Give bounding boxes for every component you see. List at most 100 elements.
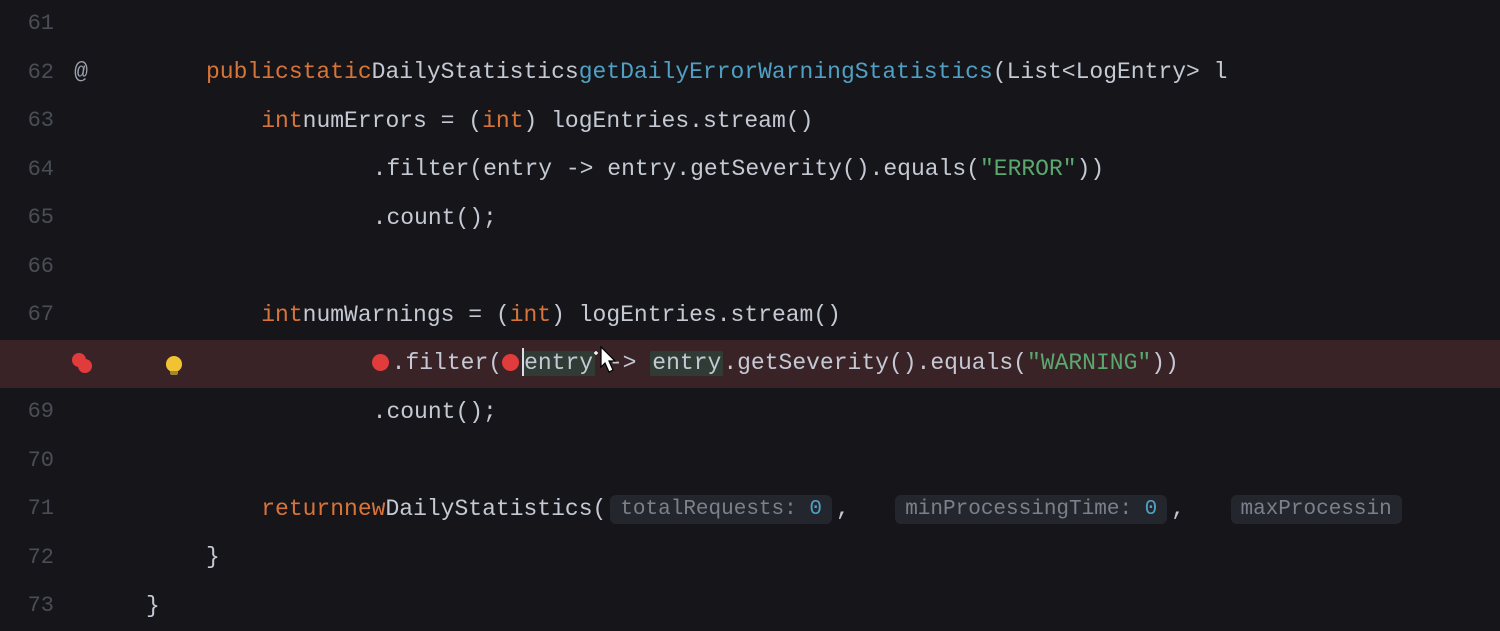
code-line[interactable]: 72 } bbox=[0, 534, 1500, 583]
brace-close: } bbox=[206, 545, 220, 570]
line-number: 62 bbox=[0, 61, 66, 85]
code-line-current[interactable]: .filter(entry -> entry.getSeverity().equ… bbox=[0, 340, 1500, 389]
line-number: 67 bbox=[0, 303, 66, 327]
inline-breakpoint-icon[interactable] bbox=[502, 354, 519, 371]
code-line[interactable]: 63 int numErrors = (int) logEntries.stre… bbox=[0, 97, 1500, 146]
code-line[interactable]: 70 bbox=[0, 437, 1500, 486]
code-content[interactable]: .filter(entry -> entry.getSeverity().equ… bbox=[206, 157, 1500, 182]
filter-open: .filter( bbox=[373, 157, 483, 182]
lightbulb-icon[interactable] bbox=[166, 356, 182, 372]
close-parens: )) bbox=[1151, 351, 1179, 376]
breakpoint-group-icon[interactable] bbox=[70, 353, 92, 375]
stream-call: logEntries.stream() bbox=[551, 109, 813, 134]
keyword-int: int bbox=[261, 109, 302, 134]
code-content[interactable]: int numWarnings = (int) logEntries.strea… bbox=[206, 303, 1500, 328]
cast-int: int bbox=[510, 303, 551, 328]
string-error: "ERROR" bbox=[980, 157, 1077, 182]
ctor-name: DailyStatistics( bbox=[385, 497, 606, 522]
code-line[interactable]: 67 int numWarnings = (int) logEntries.st… bbox=[0, 291, 1500, 340]
arrow: -> bbox=[552, 157, 607, 182]
keyword-return: return bbox=[261, 497, 344, 522]
indent bbox=[262, 157, 372, 182]
count-call: .count(); bbox=[373, 400, 497, 425]
string-warning: "WARNING" bbox=[1027, 351, 1151, 376]
code-content[interactable]: int numErrors = (int) logEntries.stream(… bbox=[206, 109, 1500, 134]
lambda-entry2: entry bbox=[650, 351, 723, 376]
code-content[interactable]: } bbox=[206, 545, 1500, 570]
gutter-marker-col[interactable] bbox=[66, 353, 96, 375]
code-line[interactable]: 69 .count(); bbox=[0, 388, 1500, 437]
keyword-new: new bbox=[344, 497, 385, 522]
hint-col[interactable] bbox=[96, 356, 206, 372]
close-parens: )) bbox=[1077, 157, 1105, 182]
code-line[interactable]: 66 bbox=[0, 243, 1500, 292]
line-number: 72 bbox=[0, 546, 66, 570]
space bbox=[850, 497, 891, 522]
indent bbox=[206, 351, 261, 376]
line-number: 70 bbox=[0, 449, 66, 473]
assign: = ( bbox=[427, 109, 482, 134]
line-number: 64 bbox=[0, 158, 66, 182]
code-line[interactable]: 65 .count(); bbox=[0, 194, 1500, 243]
filter-open: .filter( bbox=[392, 351, 502, 376]
line-number: 71 bbox=[0, 497, 66, 521]
line-number: 61 bbox=[0, 12, 66, 36]
lambda-body: entry.getSeverity().equals( bbox=[607, 157, 980, 182]
code-content[interactable]: public static DailyStatistics getDailyEr… bbox=[206, 60, 1500, 85]
indent bbox=[206, 400, 261, 425]
arrow: -> bbox=[595, 351, 650, 376]
line-number: 73 bbox=[0, 594, 66, 618]
indent bbox=[261, 351, 371, 376]
count-call: .count(); bbox=[373, 206, 497, 231]
line-number: 66 bbox=[0, 255, 66, 279]
line-number: 63 bbox=[0, 109, 66, 133]
code-content[interactable]: return new DailyStatistics(totalRequests… bbox=[206, 495, 1500, 524]
text-caret bbox=[522, 348, 524, 376]
cast-close: ) bbox=[524, 109, 552, 134]
indent bbox=[262, 206, 372, 231]
annotation-icon: @ bbox=[74, 60, 88, 85]
return-type: DailyStatistics bbox=[372, 60, 579, 85]
params-open: (List<LogEntry> bbox=[993, 60, 1214, 85]
code-line[interactable]: 73 } bbox=[0, 582, 1500, 631]
code-content[interactable]: } bbox=[206, 594, 1500, 619]
keyword-int: int bbox=[261, 303, 302, 328]
comma: , bbox=[836, 497, 850, 522]
lambda-rest: .getSeverity().equals( bbox=[723, 351, 1027, 376]
code-editor[interactable]: 61 62 @ public static DailyStatistics ge… bbox=[0, 0, 1500, 600]
stream-call: logEntries.stream() bbox=[579, 303, 841, 328]
space bbox=[1185, 497, 1226, 522]
brace-close: } bbox=[146, 594, 160, 619]
code-line[interactable]: 71 return new DailyStatistics(totalReque… bbox=[0, 485, 1500, 534]
keyword-static: static bbox=[289, 60, 372, 85]
comma: , bbox=[1171, 497, 1185, 522]
indent bbox=[206, 303, 261, 328]
lambda-param: entry bbox=[483, 157, 552, 182]
code-content[interactable]: .filter(entry -> entry.getSeverity().equ… bbox=[206, 350, 1500, 378]
code-content[interactable]: .count(); bbox=[206, 400, 1500, 425]
params-trunc: l bbox=[1214, 60, 1228, 85]
assign: = ( bbox=[454, 303, 509, 328]
breakpoint-dot-icon bbox=[78, 359, 92, 373]
cast-int: int bbox=[482, 109, 523, 134]
indent bbox=[206, 109, 261, 134]
cast-close: ) bbox=[551, 303, 579, 328]
code-line[interactable]: 61 bbox=[0, 0, 1500, 49]
code-line[interactable]: 64 .filter(entry -> entry.getSeverity().… bbox=[0, 146, 1500, 195]
keyword-public: public bbox=[206, 60, 289, 85]
gutter-marker-col[interactable]: @ bbox=[66, 60, 96, 85]
indent bbox=[206, 206, 261, 231]
var-numWarnings: numWarnings bbox=[303, 303, 455, 328]
inlay-hint: totalRequests: 0 bbox=[610, 495, 832, 524]
inlay-hint: minProcessingTime: 0 bbox=[895, 495, 1167, 524]
inlay-hint: maxProcessin bbox=[1231, 495, 1402, 524]
code-line[interactable]: 62 @ public static DailyStatistics getDa… bbox=[0, 49, 1500, 98]
indent bbox=[262, 400, 372, 425]
lambda-param: entry bbox=[522, 351, 595, 376]
inline-breakpoint-icon[interactable] bbox=[372, 354, 389, 371]
code-content[interactable]: .count(); bbox=[206, 206, 1500, 231]
method-name: getDailyErrorWarningStatistics bbox=[579, 60, 993, 85]
var-numErrors: numErrors bbox=[303, 109, 427, 134]
line-number: 69 bbox=[0, 400, 66, 424]
indent bbox=[206, 157, 261, 182]
